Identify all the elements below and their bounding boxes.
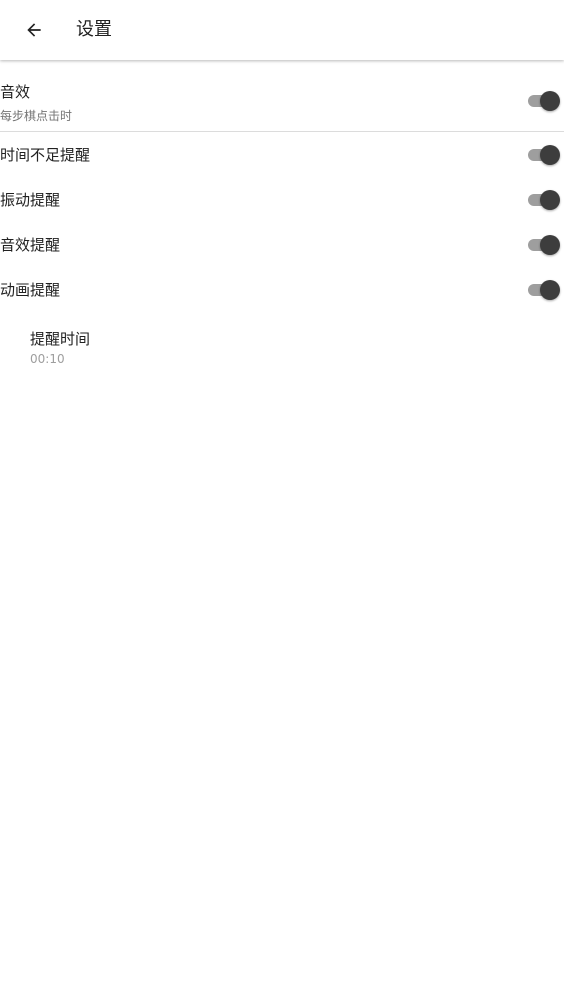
switch-thumb [540, 190, 560, 210]
page-title: 设置 [76, 19, 112, 40]
setting-title: 时间不足提醒 [0, 146, 91, 164]
setting-low-time-alert[interactable]: 时间不足提醒 [0, 143, 564, 167]
setting-sound-alert[interactable]: 音效提醒 [0, 233, 564, 257]
setting-summary: 每步棋点击时 [0, 109, 73, 123]
low-time-alert-toggle[interactable] [528, 145, 560, 165]
switch-thumb [540, 280, 560, 300]
alert-time-value: 00:10 [30, 352, 65, 366]
setting-title: 音效提醒 [0, 236, 61, 254]
setting-title: 振动提醒 [0, 191, 61, 209]
app-bar: 设置 [0, 0, 564, 60]
setting-animation-alert[interactable]: 动画提醒 [0, 278, 564, 302]
sound-alert-toggle[interactable] [528, 235, 560, 255]
back-button[interactable] [14, 10, 54, 50]
animation-alert-toggle[interactable] [528, 280, 560, 300]
setting-title: 动画提醒 [0, 281, 61, 299]
setting-title: 提醒时间 [30, 330, 91, 348]
sound-effects-toggle[interactable] [528, 91, 560, 111]
switch-thumb [540, 145, 560, 165]
setting-alert-time[interactable]: 提醒时间 00:10 [30, 327, 564, 371]
arrow-left-icon [27, 23, 41, 37]
switch-thumb [540, 91, 560, 111]
switch-thumb [540, 235, 560, 255]
setting-sound-effects[interactable]: 音效 每步棋点击时 [0, 80, 564, 130]
setting-vibration-alert[interactable]: 振动提醒 [0, 188, 564, 212]
section-divider [0, 131, 564, 132]
setting-title: 音效 [0, 83, 31, 101]
vibration-alert-toggle[interactable] [528, 190, 560, 210]
